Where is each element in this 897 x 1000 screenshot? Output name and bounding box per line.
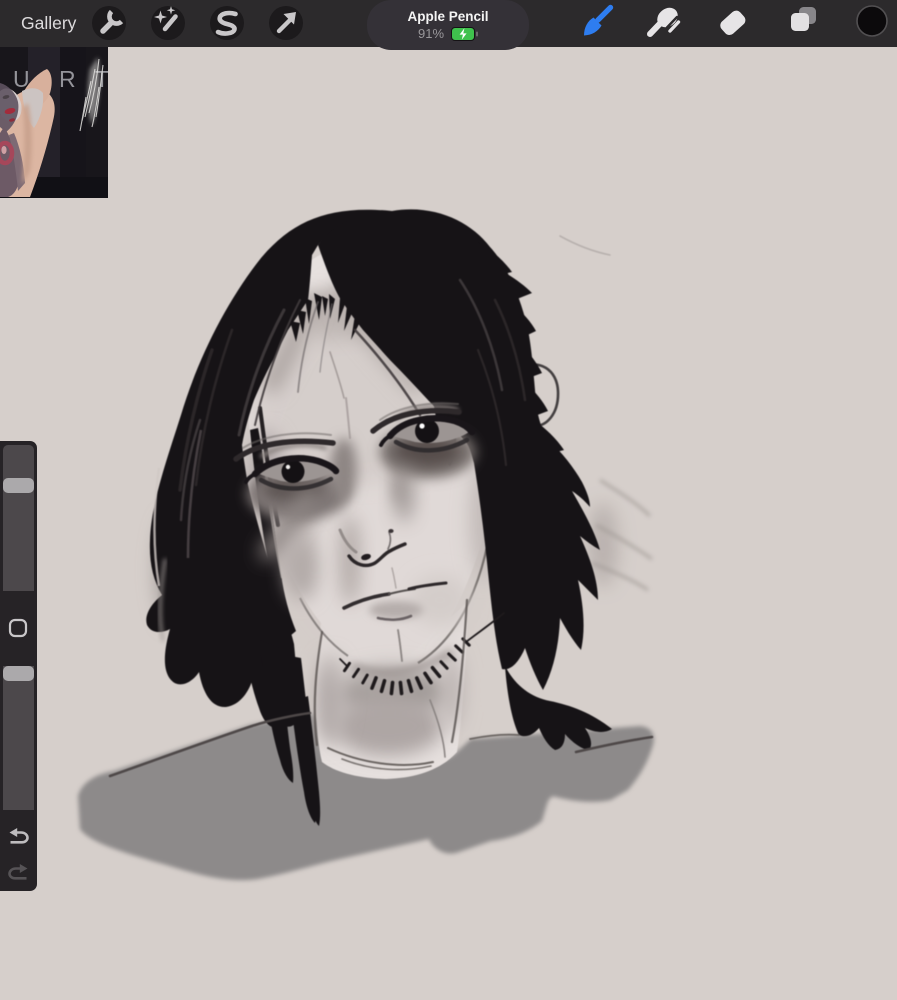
svg-text:R: R: [59, 66, 76, 92]
